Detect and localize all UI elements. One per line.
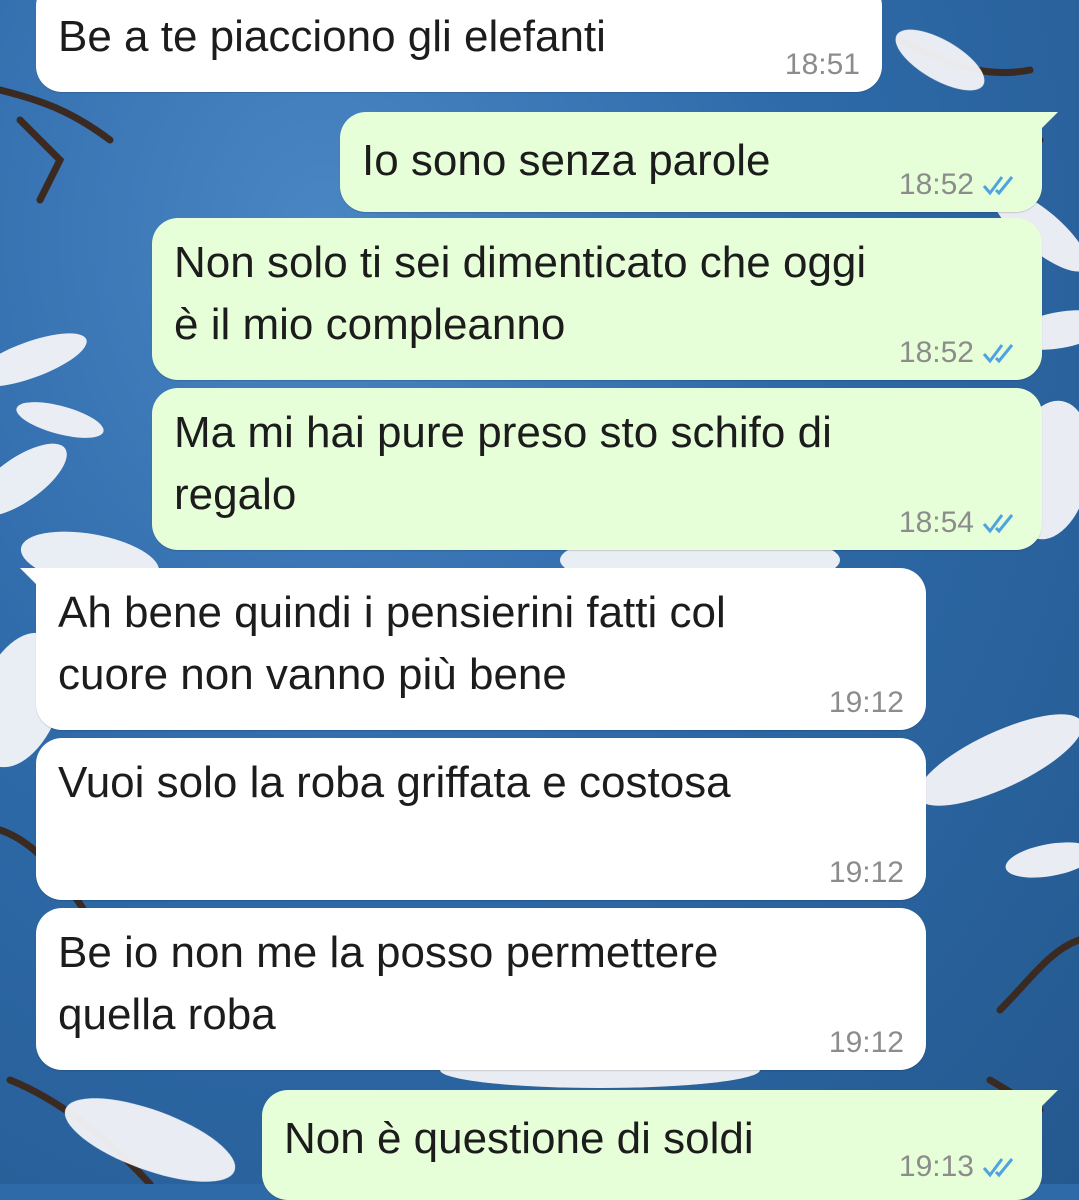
message-meta: 19:12 [829, 1028, 904, 1058]
message-time: 18:52 [898, 168, 974, 201]
outgoing-message[interactable]: Ma mi hai pure preso sto schifo di regal… [152, 388, 1042, 550]
incoming-message[interactable]: Vuoi solo la roba griffata e costosa 19:… [36, 738, 926, 900]
message-text: Non solo ti sei dimenticato che oggi è i… [174, 238, 867, 349]
read-icon [982, 176, 1014, 196]
message-time: 19:13 [898, 1150, 974, 1183]
message-text: Non è questione di soldi [284, 1114, 754, 1163]
bubble-tail [1028, 112, 1058, 142]
message-text: Io sono senza parole [362, 136, 771, 185]
message-meta: 19:12 [829, 688, 904, 718]
outgoing-message[interactable]: Non solo ti sei dimenticato che oggi è i… [152, 218, 1042, 380]
message-meta: 18:54 [899, 508, 1020, 538]
message-text: Vuoi solo la roba griffata e costosa [58, 758, 731, 807]
message-time: 18:54 [898, 506, 974, 539]
message-text: Be a te piacciono gli elefanti [58, 12, 606, 61]
incoming-message[interactable]: Be a te piacciono gli elefanti 18:51 [36, 0, 882, 92]
message-time: 18:52 [898, 336, 974, 369]
message-text: Be io non me la posso permettere quella … [58, 928, 719, 1039]
message-meta: 19:13 [899, 1152, 1020, 1182]
incoming-message[interactable]: Ah bene quindi i pensierini fatti col cu… [20, 568, 926, 730]
message-time: 19:12 [828, 1026, 904, 1059]
read-icon [982, 514, 1014, 534]
read-icon [982, 1158, 1014, 1178]
message-time: 19:12 [828, 686, 904, 719]
message-text: Ma mi hai pure preso sto schifo di regal… [174, 408, 832, 519]
message-meta: 18:52 [899, 170, 1020, 200]
bubble-tail [20, 568, 50, 598]
message-time: 18:51 [784, 48, 860, 81]
bubble-tail [1028, 1090, 1058, 1120]
message-text: Ah bene quindi i pensierini fatti col cu… [58, 588, 726, 699]
message-meta: 19:12 [829, 858, 904, 888]
message-meta: 18:51 [785, 50, 860, 80]
outgoing-message[interactable]: Io sono senza parole 18:52 [340, 112, 1058, 212]
incoming-message[interactable]: Be io non me la posso permettere quella … [36, 908, 926, 1070]
message-meta: 18:52 [899, 338, 1020, 368]
read-icon [982, 344, 1014, 364]
message-time: 19:12 [828, 856, 904, 889]
